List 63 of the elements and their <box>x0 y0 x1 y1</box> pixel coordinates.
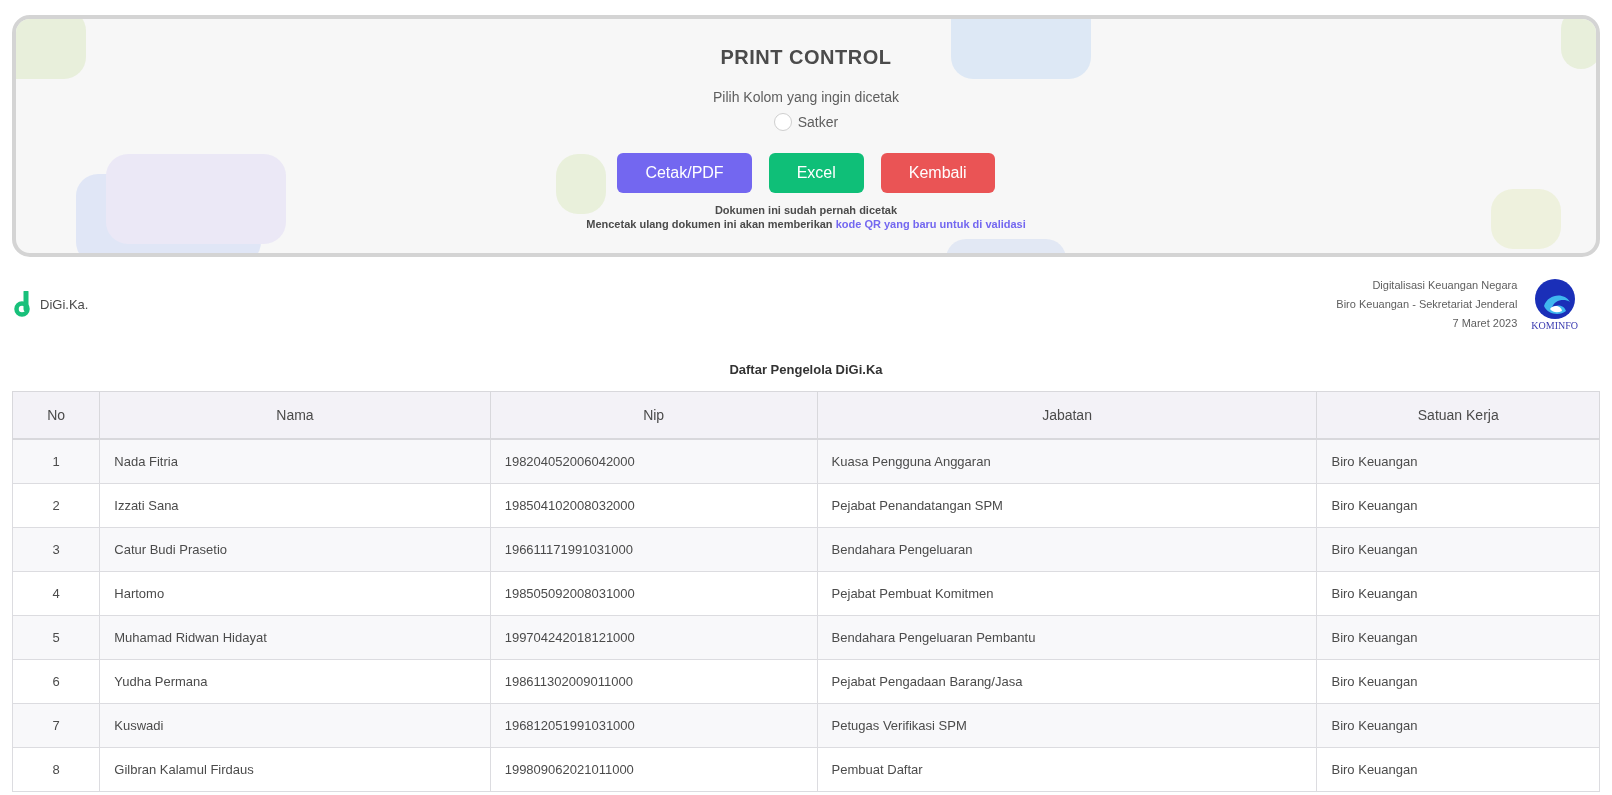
radio-label: Satker <box>797 114 839 130</box>
table-cell: Nada Fitria <box>99 439 491 484</box>
globe-logo-icon <box>1533 277 1576 320</box>
brand-logo-icon <box>14 291 32 317</box>
brand-name: DiGi.Ka. <box>40 296 89 312</box>
table-cell: 198611302009011000 <box>490 659 818 704</box>
table-cell: 196812051991031000 <box>490 703 818 748</box>
excel-button[interactable]: Excel <box>768 153 864 193</box>
table-cell: 198504102008032000 <box>490 483 818 528</box>
table-cell: 196611171991031000 <box>490 527 818 572</box>
table-cell: Biro Keuangan <box>1317 483 1600 528</box>
table-cell: 8 <box>12 747 100 792</box>
table-cell: Pejabat Penandatangan SPM <box>817 483 1317 528</box>
table-cell: Izzati Sana <box>99 483 491 528</box>
table-cell: Kuasa Pengguna Anggaran <box>817 439 1317 484</box>
column-header: No <box>12 391 100 439</box>
table-cell: Catur Budi Prasetio <box>99 527 491 572</box>
table-cell: 6 <box>12 659 100 704</box>
table-cell: 4 <box>12 571 100 616</box>
table-cell: Pejabat Pengadaan Barang/Jasa <box>817 659 1317 704</box>
table-cell: 7 <box>12 703 100 748</box>
printed-notice: Dokumen ini sudah pernah dicetak <box>714 204 898 216</box>
table-cell: Muhamad Ridwan Hidayat <box>99 615 491 660</box>
table-cell: Yudha Permana <box>99 659 491 704</box>
table-cell: 199809062021011000 <box>490 747 818 792</box>
table-cell: Gilbran Kalamul Firdaus <box>99 747 491 792</box>
column-header: Jabatan <box>817 391 1317 439</box>
table-cell: 2 <box>12 483 100 528</box>
table-cell: Hartomo <box>99 571 491 616</box>
column-header: Nama <box>99 391 491 439</box>
logo-caption: KOMINFO <box>1531 319 1578 331</box>
table-cell: Petugas Verifikasi SPM <box>817 703 1317 748</box>
table-title: Daftar Pengelola DiGi.Ka <box>728 362 884 377</box>
org-text: 7 Maret 2023 <box>1452 315 1518 331</box>
table-cell: Bendahara Pengeluaran <box>817 527 1317 572</box>
table-cell: Biro Keuangan <box>1317 439 1600 484</box>
column-header: Nip <box>490 391 818 439</box>
table-cell: 3 <box>12 527 100 572</box>
table-cell: Pembuat Daftar <box>817 747 1317 792</box>
table-cell: Biro Keuangan <box>1317 615 1600 660</box>
table-cell: Bendahara Pengeluaran Pembantu <box>817 615 1317 660</box>
table-cell: Pejabat Pembuat Komitmen <box>817 571 1317 616</box>
table-cell: 5 <box>12 615 100 660</box>
table-cell: 199704242018121000 <box>490 615 818 660</box>
table-cell: 198204052006042000 <box>490 439 818 484</box>
qr-link[interactable]: kode QR yang baru untuk di validasi <box>835 218 1026 230</box>
table-cell: Biro Keuangan <box>1317 527 1600 572</box>
table-cell: Biro Keuangan <box>1317 571 1600 616</box>
reprint-notice: Mencetak ulang dokumen ini akan memberikan <box>586 218 833 230</box>
column-prompt: Pilih Kolom yang ingin dicetak <box>713 89 899 105</box>
table-cell: 1 <box>12 439 100 484</box>
table-cell: Biro Keuangan <box>1317 659 1600 704</box>
table-cell: Biro Keuangan <box>1317 747 1600 792</box>
radio-button[interactable] <box>773 113 792 131</box>
org-text: Digitalisasi Keuangan Negara <box>1372 277 1518 293</box>
table-cell: 198505092008031000 <box>490 571 818 616</box>
print-button[interactable]: Cetak/PDF <box>617 153 752 193</box>
org-text: Biro Keuangan - Sekretariat Jenderal <box>1336 296 1518 312</box>
column-header: Satuan Kerja <box>1317 391 1600 439</box>
table-cell: Kuswadi <box>99 703 491 748</box>
table-cell: Biro Keuangan <box>1317 703 1600 748</box>
panel-title: PRINT CONTROL <box>720 46 892 69</box>
back-button[interactable]: Kembali <box>880 153 995 193</box>
